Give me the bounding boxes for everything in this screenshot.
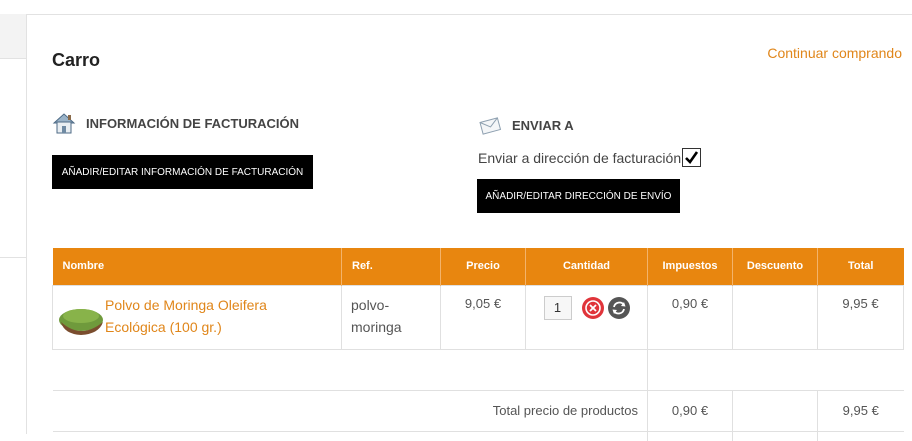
quantity-cell: 1 <box>525 284 648 350</box>
shipping-heading: ENVIAR A <box>478 113 574 137</box>
table-header-row: Nombre Ref. Precio Cantidad Impuestos De… <box>52 248 904 285</box>
product-discount <box>732 284 818 350</box>
product-price: 9,05 € <box>440 284 526 350</box>
totals-tax: 0,90 € <box>647 389 733 432</box>
envelope-icon <box>478 113 502 137</box>
billing-heading: INFORMACIÓN DE FACTURACIÓN <box>52 111 299 135</box>
top-divider <box>0 14 912 15</box>
product-ref-cell: polvo- moringa <box>341 284 441 350</box>
product-thumbnail <box>59 298 105 338</box>
header-discount: Descuento <box>732 248 818 285</box>
sidebar-header-block <box>0 14 26 59</box>
header-price: Precio <box>440 248 526 285</box>
same-as-billing-row: Enviar a dirección de facturación <box>478 148 702 167</box>
shipping-heading-text: ENVIAR A <box>512 117 574 133</box>
table-row: Polvo de Moringa Oleifera Ecológica (100… <box>52 284 904 350</box>
product-link[interactable]: Polvo de Moringa Oleifera Ecológica (100… <box>105 294 267 338</box>
refresh-quantity-icon[interactable] <box>607 296 630 319</box>
header-name: Nombre <box>52 248 342 285</box>
edit-shipping-button[interactable]: AÑADIR/EDITAR DIRECCIÓN DE ENVÍO <box>477 179 680 213</box>
continue-shopping-link[interactable]: Continuar comprando <box>767 45 902 61</box>
header-ref: Ref. <box>341 248 441 285</box>
edit-billing-button[interactable]: AÑADIR/EDITAR INFORMACIÓN DE FACTURACIÓN <box>52 155 313 189</box>
same-as-billing-checkbox[interactable] <box>682 148 702 167</box>
product-total: 9,95 € <box>817 284 904 350</box>
totals-row: Total precio de productos 0,90 € 9,95 € <box>52 389 904 432</box>
totals-total: 9,95 € <box>817 389 904 432</box>
same-as-billing-label: Enviar a dirección de facturación <box>478 149 682 166</box>
checkmark-icon <box>685 151 699 165</box>
house-icon <box>52 111 76 135</box>
page-title: Carro <box>52 50 101 70</box>
header-tax: Impuestos <box>647 248 733 285</box>
cart-table: Nombre Ref. Precio Cantidad Impuestos De… <box>52 248 904 441</box>
totals-label: Total precio de productos <box>52 389 648 432</box>
left-sidebar <box>0 14 27 434</box>
sidebar-divider <box>0 257 26 258</box>
quantity-input[interactable]: 1 <box>543 295 572 320</box>
billing-heading-text: INFORMACIÓN DE FACTURACIÓN <box>86 115 300 131</box>
product-name-cell: Polvo de Moringa Oleifera Ecológica (100… <box>52 284 342 350</box>
product-tax: 0,90 € <box>647 284 733 350</box>
header-quantity: Cantidad <box>525 248 648 285</box>
totals-discount <box>732 389 818 432</box>
remove-item-icon[interactable] <box>581 296 604 319</box>
spacer-row <box>52 348 904 391</box>
header-total: Total <box>817 248 904 285</box>
bottom-strip <box>52 430 904 441</box>
